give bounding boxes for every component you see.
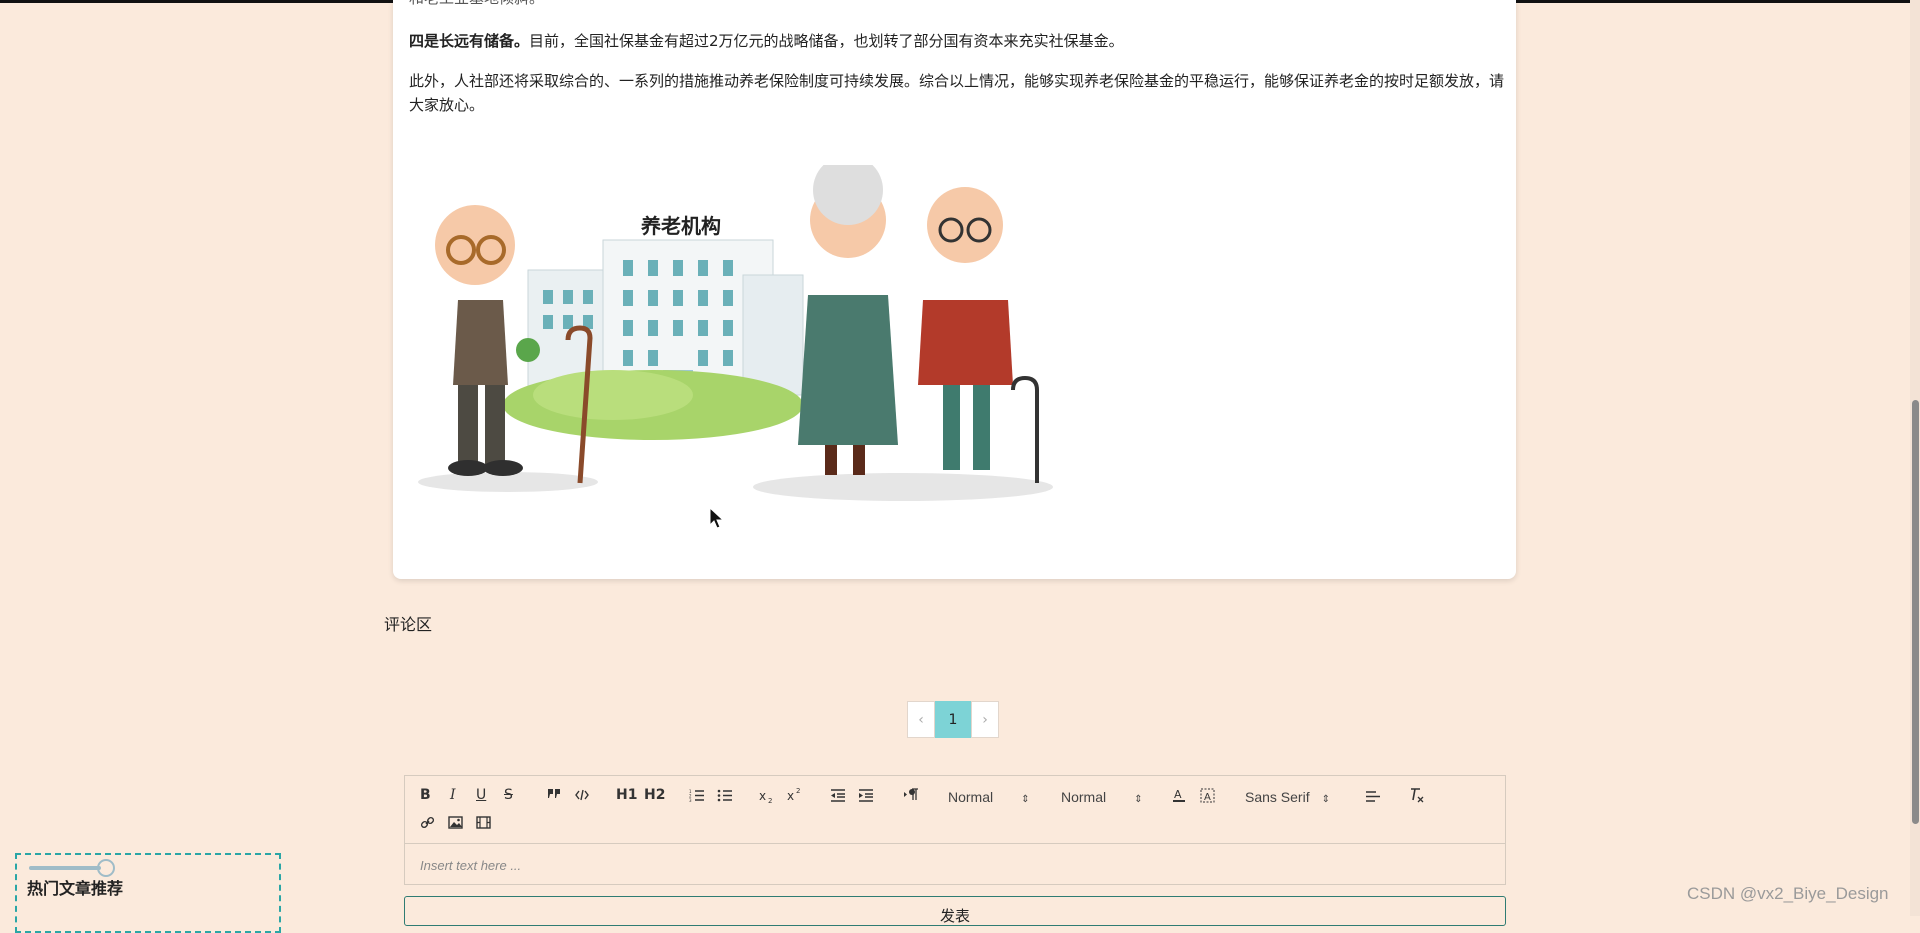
subscript-icon[interactable]: x2 (759, 789, 775, 803)
hot-articles-title: 热门文章推荐 (27, 879, 124, 898)
svg-text:A: A (1174, 788, 1182, 801)
svg-text:2: 2 (796, 787, 800, 795)
code-block-icon[interactable] (575, 789, 589, 801)
h2-button[interactable]: H2 (644, 787, 665, 803)
svg-text:x: x (759, 789, 766, 803)
font-color-icon[interactable]: A (1172, 787, 1186, 803)
ordered-list-icon[interactable]: 123 (689, 789, 705, 802)
font-select-value: Sans Serif (1245, 789, 1310, 805)
superscript-icon[interactable]: x2 (787, 787, 803, 801)
svg-text:x: x (787, 789, 794, 801)
svg-text:2: 2 (768, 797, 772, 803)
clear-format-icon[interactable] (1409, 787, 1425, 803)
article-prev-line: 和老工业基地倾斜。 (409, 0, 544, 10)
underline-button[interactable]: U (476, 787, 486, 803)
elderly-care-illustration: 养老机构 (418, 165, 1053, 501)
submit-comment-button[interactable]: 发表 (404, 896, 1506, 926)
bullet-list-icon[interactable] (717, 789, 733, 802)
outdent-icon[interactable] (830, 789, 846, 802)
editor-toolbar: B I U S H1 H2 123 x2 x2 Normal ⇕ Normal ⇕ … (405, 776, 1505, 844)
bold-button[interactable]: B (420, 787, 431, 803)
pagination-prev[interactable]: ‹ (907, 701, 935, 738)
point-4-heading: 四是长远有储备。 (409, 32, 530, 50)
text-direction-icon[interactable] (903, 788, 919, 801)
italic-button[interactable]: I (450, 787, 456, 803)
article-closing: 此外，人社部还将采取综合的、一系列的措施推动养老保险制度可持续发展。综合以上情况… (409, 72, 1505, 114)
pagination-next[interactable]: › (971, 701, 999, 738)
video-icon[interactable] (476, 816, 491, 829)
size-select[interactable]: Normal ⇕ (1061, 789, 1143, 805)
point-4-text: 目前，全国社保基金有超过2万亿元的战略储备，也划转了部分国有资本来充实社保基金。 (529, 32, 1124, 50)
comment-editor: B I U S H1 H2 123 x2 x2 Normal ⇕ Normal ⇕ … (404, 775, 1506, 885)
size-select-arrow-icon: ⇕ (1134, 794, 1143, 805)
comments-title: 评论区 (384, 615, 433, 634)
strike-button[interactable]: S (504, 787, 513, 803)
building-sign: 养老机构 (640, 214, 721, 238)
svg-text:3: 3 (689, 798, 692, 802)
background-color-icon[interactable]: A (1200, 788, 1215, 803)
indent-icon[interactable] (858, 789, 874, 802)
article-point-4: 四是长远有储备。目前，全国社保基金有超过2万亿元的战略储备，也划转了部分国有资本… (409, 29, 1124, 53)
header-select[interactable]: Normal ⇕ (948, 789, 1030, 805)
blockquote-icon[interactable] (547, 788, 561, 800)
h1-button[interactable]: H1 (616, 787, 637, 803)
mouse-cursor-icon (709, 507, 725, 529)
scrollbar-thumb[interactable] (1912, 400, 1919, 824)
article-card: 和老工业基地倾斜。 四是长远有储备。目前，全国社保基金有超过2万亿元的战略储备，… (393, 0, 1516, 579)
link-icon[interactable] (420, 815, 435, 830)
header-select-value: Normal (948, 789, 994, 805)
font-select-arrow-icon: ⇕ (1321, 794, 1330, 805)
widget-handle-bar (29, 866, 101, 870)
comment-text-input[interactable]: Insert text here ... (420, 858, 521, 873)
pagination-page-1[interactable]: 1 (935, 701, 971, 738)
font-select[interactable]: Sans Serif ⇕ (1245, 789, 1330, 805)
header-select-arrow-icon: ⇕ (1021, 794, 1030, 805)
image-icon[interactable] (448, 816, 463, 829)
size-select-value: Normal (1061, 789, 1107, 805)
hot-articles-widget: 热门文章推荐 (15, 853, 281, 933)
watermark-text: CSDN @vx2_Biye_Design (1687, 884, 1889, 903)
align-icon[interactable] (1365, 790, 1381, 803)
pagination: ‹ 1 › (907, 701, 999, 738)
svg-text:A: A (1204, 792, 1211, 803)
